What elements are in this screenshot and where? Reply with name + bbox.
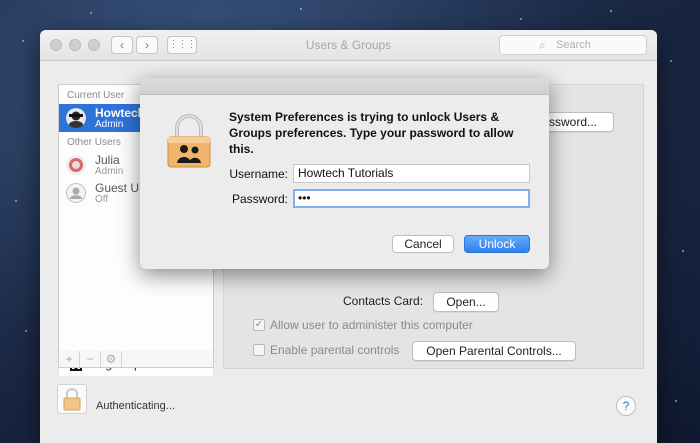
allow-admin-checkbox[interactable]: ✓	[253, 319, 265, 331]
current-user-header: Current User	[67, 90, 125, 101]
avatar	[66, 155, 86, 175]
lock-icon	[167, 114, 211, 168]
gear-icon[interactable]: ⚙	[101, 351, 122, 367]
user-role: Admin	[95, 119, 124, 130]
username-label: Username:	[229, 167, 288, 181]
help-icon[interactable]: ?	[616, 396, 636, 416]
parental-controls-label: Enable parental controls	[270, 343, 400, 357]
user-role: Off	[95, 194, 109, 205]
password-field[interactable]: •••	[293, 189, 530, 208]
dialog-message: System Preferences is trying to unlock U…	[229, 110, 514, 156]
title-bar: ‹ › ⋮⋮⋮ Users & Groups ⌕ Search	[40, 30, 657, 61]
authentication-dialog: System Preferences is trying to unlock U…	[140, 78, 549, 269]
user-role: Admin	[95, 166, 124, 177]
user-name: Howtech	[95, 106, 146, 120]
status-text: Authenticating...	[96, 400, 175, 412]
sidebar-toolbar: + − ⚙	[58, 350, 214, 368]
open-parental-controls-button[interactable]: Open Parental Controls...	[412, 341, 576, 361]
add-user-button[interactable]: +	[59, 351, 80, 367]
other-users-header: Other Users	[67, 137, 121, 148]
parental-controls-checkbox[interactable]	[253, 344, 265, 356]
cancel-button[interactable]: Cancel	[392, 235, 454, 253]
unlock-button[interactable]: Unlock	[464, 235, 530, 253]
search-icon: ⌕	[539, 38, 546, 52]
password-label: Password:	[231, 192, 288, 206]
avatar	[66, 108, 86, 128]
dialog-top-bar	[140, 78, 549, 95]
guest-avatar-icon	[66, 183, 86, 203]
lock-button[interactable]	[57, 384, 87, 414]
contacts-open-button[interactable]: Open...	[433, 292, 499, 312]
username-field[interactable]: Howtech Tutorials	[293, 164, 530, 183]
search-field[interactable]: ⌕ Search	[499, 35, 647, 55]
search-placeholder: Search	[556, 39, 591, 51]
user-name: Guest U	[95, 181, 140, 195]
remove-user-button[interactable]: −	[80, 351, 101, 367]
user-name: Julia	[95, 153, 120, 167]
lock-icon	[63, 388, 81, 411]
allow-admin-label: Allow user to administer this computer	[270, 318, 473, 332]
contacts-card-label: Contacts Card:	[343, 294, 424, 308]
